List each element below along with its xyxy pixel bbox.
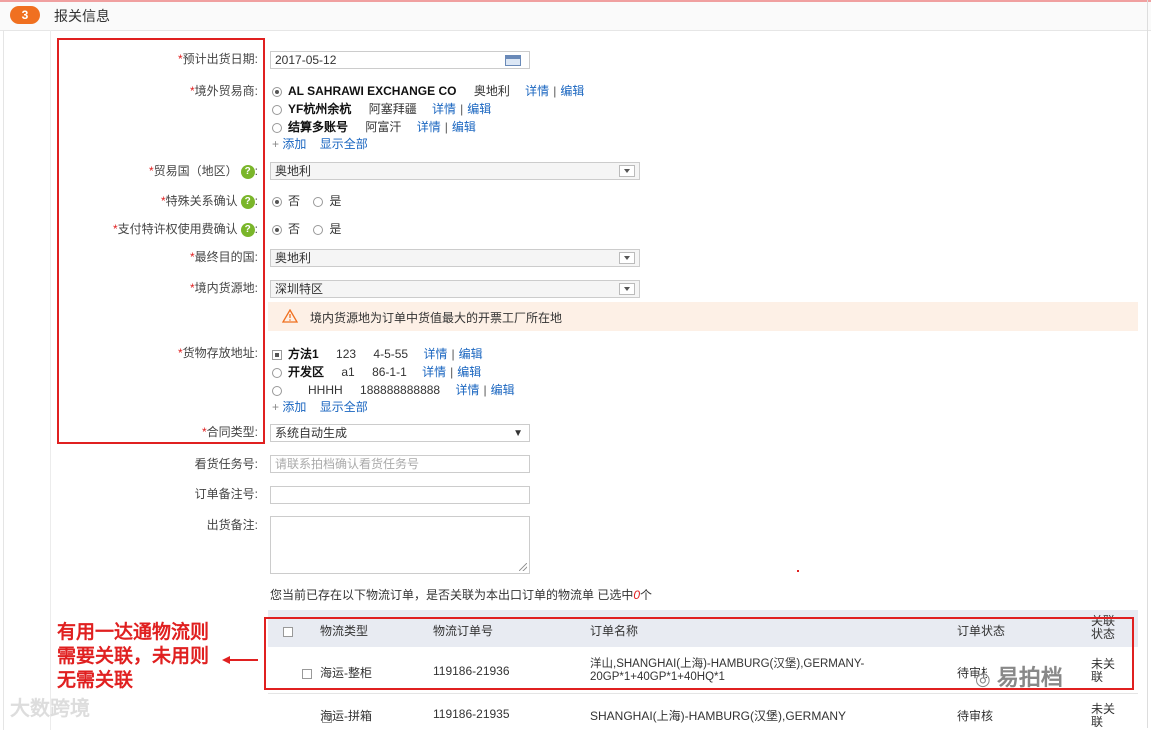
right-divider: [1147, 0, 1148, 728]
radio-icon[interactable]: [272, 86, 282, 97]
trader-option[interactable]: YF杭州余杭 阿塞拜疆 详情 | 编辑: [272, 100, 491, 117]
radio-icon[interactable]: [272, 224, 282, 235]
inspection-no-input[interactable]: 请联系拍档确认看货任务号: [270, 455, 530, 473]
royalty-radios[interactable]: 否 是: [272, 220, 341, 237]
trader-option[interactable]: AL SAHRAWI EXCHANGE CO 奥地利 详情 | 编辑: [272, 82, 584, 99]
ship-date-label: *预计出货日期:: [177, 52, 258, 66]
plus-icon: +: [272, 400, 280, 414]
special-relation-radios[interactable]: 否 是: [272, 192, 341, 209]
radio-icon[interactable]: [313, 196, 324, 207]
ship-remark-label: 出货备注:: [206, 518, 258, 532]
trade-country-label: *贸易国（地区）?:: [148, 164, 258, 179]
destination-select[interactable]: 奥地利: [270, 249, 640, 267]
notice-text: 境内货源地为订单中货值最大的开票工厂所在地: [310, 311, 563, 325]
contract-type-select[interactable]: 系统自动生成 ▼: [270, 424, 530, 442]
contract-type-label: *合同类型:: [201, 425, 258, 439]
radio-icon[interactable]: [272, 385, 282, 396]
detail-link[interactable]: 详情: [422, 365, 446, 379]
row-status: 待审核: [957, 709, 994, 723]
help-icon[interactable]: ?: [240, 222, 255, 237]
red-dot: [797, 570, 799, 572]
calendar-icon[interactable]: [505, 55, 521, 66]
storage-option[interactable]: 开发区 a1 86-1-1 详情 | 编辑: [272, 363, 481, 380]
chevron-down-icon[interactable]: [619, 165, 635, 177]
ship-date-field[interactable]: 2017-05-12: [270, 51, 530, 69]
radio-icon[interactable]: [272, 122, 282, 133]
annotation-text: 有用一达通物流则需要关联，未用则无需关联: [57, 622, 210, 691]
resize-handle[interactable]: [519, 563, 527, 571]
special-relation-label: *特殊关系确认?:: [160, 194, 258, 209]
destination-label: *最终目的国:: [189, 250, 258, 264]
row-order-no: 119186-21935: [433, 707, 510, 721]
storage-actions: + 添加 显示全部: [272, 398, 368, 415]
edit-link[interactable]: 编辑: [491, 383, 515, 397]
source-notice: 境内货源地为订单中货值最大的开票工厂所在地: [268, 302, 1138, 331]
storage-label: *货物存放地址:: [177, 346, 258, 360]
radio-icon[interactable]: [272, 367, 282, 378]
detail-link[interactable]: 详情: [525, 84, 549, 98]
storage-option[interactable]: 方法1 123 4-5-55 详情 | 编辑: [272, 345, 483, 362]
section-header: [0, 0, 1151, 31]
left-divider: [3, 30, 4, 730]
row-type: 海运-拼箱: [320, 709, 372, 723]
edit-link[interactable]: 编辑: [452, 120, 476, 134]
detail-link[interactable]: 详情: [455, 383, 479, 397]
trade-country-select[interactable]: 奥地利: [270, 162, 640, 180]
radio-icon[interactable]: [272, 196, 282, 207]
storage-option[interactable]: HHHH 188888888888 详情 | 编辑: [272, 381, 515, 398]
inspection-no-label: 看货任务号:: [194, 457, 258, 471]
plus-icon: +: [272, 137, 280, 151]
chevron-down-icon[interactable]: [619, 252, 635, 264]
royalty-label: *支付特许权使用费确认?:: [112, 222, 258, 237]
source-select[interactable]: 深圳特区: [270, 280, 640, 298]
order-remark-input[interactable]: [270, 486, 530, 504]
left-divider-inner: [50, 30, 51, 730]
radio-icon[interactable]: [313, 224, 324, 235]
trader-label: *境外贸易商:: [189, 84, 258, 98]
chevron-down-icon[interactable]: [619, 283, 635, 295]
trader-actions: + 添加 显示全部: [272, 135, 368, 152]
edit-link[interactable]: 编辑: [467, 102, 491, 116]
radio-icon[interactable]: [272, 104, 282, 115]
step-badge: 3: [10, 6, 40, 24]
row-link: 未关联: [1091, 702, 1116, 729]
edit-link[interactable]: 编辑: [560, 84, 584, 98]
row-order-name: SHANGHAI(上海)-HAMBURG(汉堡),GERMANY: [590, 709, 847, 723]
order-remark-label: 订单备注号:: [194, 487, 258, 501]
show-all-link[interactable]: 显示全部: [320, 137, 368, 151]
edit-link[interactable]: 编辑: [459, 347, 483, 361]
source-label: *境内货源地:: [189, 281, 258, 295]
logistics-prompt: 您当前已存在以下物流订单，是否关联为本出口订单的物流单 已选中0个: [270, 588, 653, 602]
watermark: 大数跨境: [10, 698, 90, 720]
brand-logo: ◎ 易拍档: [975, 665, 1063, 690]
warning-icon: [282, 309, 298, 323]
help-icon[interactable]: ?: [240, 164, 255, 179]
show-all-link[interactable]: 显示全部: [320, 400, 368, 414]
caret-down-icon[interactable]: ▼: [513, 426, 523, 441]
wechat-icon: ◎: [975, 669, 991, 689]
arrow-left-icon: [222, 656, 258, 664]
detail-link[interactable]: 详情: [423, 347, 447, 361]
help-icon[interactable]: ?: [240, 194, 255, 209]
detail-link[interactable]: 详情: [432, 102, 456, 116]
detail-link[interactable]: 详情: [417, 120, 441, 134]
add-trader-link[interactable]: 添加: [282, 137, 306, 151]
add-storage-link[interactable]: 添加: [282, 400, 306, 414]
edit-link[interactable]: 编辑: [457, 365, 481, 379]
top-border: [0, 0, 1151, 2]
ship-remark-textarea[interactable]: [270, 516, 530, 574]
checkbox-icon[interactable]: [272, 349, 282, 360]
trader-option[interactable]: 结算多账号 阿富汗 详情 | 编辑: [272, 118, 476, 135]
section-title: 报关信息: [54, 8, 110, 24]
